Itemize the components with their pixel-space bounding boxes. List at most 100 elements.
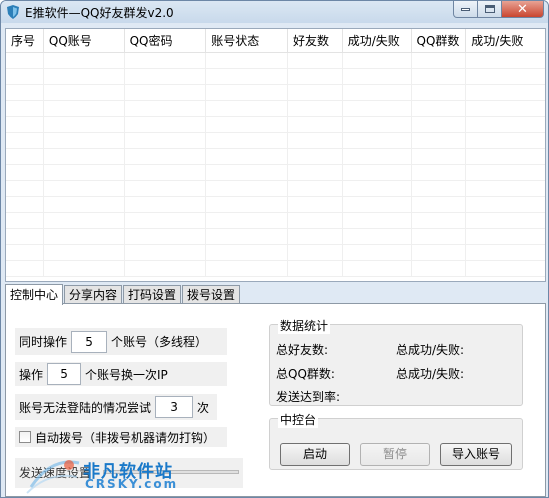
table-grid-cell (288, 229, 343, 245)
table-grid-cell (6, 69, 44, 85)
login-retry-input[interactable]: 3 (155, 396, 194, 418)
table-grid-row (6, 261, 545, 277)
tab-dial-settings[interactable]: 拨号设置 (182, 285, 241, 304)
pause-button[interactable]: 暂停 (360, 443, 430, 466)
table-grid-cell (288, 213, 343, 229)
table-grid-cell (125, 261, 207, 277)
stats-title: 数据统计 (278, 317, 331, 334)
window-title: E推软件—QQ好友群发v2.0 (25, 6, 174, 20)
table-grid-cell (125, 213, 207, 229)
table-grid-cell (125, 197, 207, 213)
column-header-friend-count[interactable]: 好友数 (288, 29, 343, 53)
table-grid-cell (125, 181, 207, 197)
table-grid-cell (44, 245, 125, 261)
stats-group: 数据统计 总好友数: 总成功/失败: 总QQ群数: 总成功/失败: 发送达到率: (269, 317, 523, 406)
friends-success-fail-label: 总成功/失败: (396, 343, 465, 357)
table-grid-cell (206, 117, 288, 133)
table-grid-cell (343, 261, 412, 277)
table-grid-cell (343, 197, 412, 213)
table-grid-row (6, 53, 545, 69)
table-grid-cell (44, 69, 125, 85)
table-grid-cell (6, 245, 44, 261)
maximize-button[interactable] (477, 1, 502, 18)
groups-success-fail-label: 总成功/失败: (396, 367, 465, 381)
table-grid-cell (44, 149, 125, 165)
table-grid-cell (6, 133, 44, 149)
tab-share-content[interactable]: 分享内容 (64, 285, 123, 304)
retry-prefix-label: 账号无法登陆的情况尝试 (19, 400, 152, 415)
column-header-qq-password[interactable]: QQ密码 (125, 29, 207, 53)
table-grid-cell (6, 229, 44, 245)
table-grid-cell (6, 149, 44, 165)
table-grid-cell (343, 101, 412, 117)
start-button[interactable]: 启动 (280, 443, 350, 466)
table-grid-row (6, 69, 545, 85)
table-grid-cell (343, 117, 412, 133)
table-grid-cell (412, 245, 467, 261)
table-grid-cell (6, 261, 44, 277)
table-grid-cell (466, 53, 545, 69)
table-grid-cell (44, 101, 125, 117)
table-grid-cell (343, 245, 412, 261)
table-grid-cell (206, 229, 288, 245)
table-grid-cell (412, 53, 467, 69)
table-grid-cell (44, 85, 125, 101)
tab-captcha-settings[interactable]: 打码设置 (123, 285, 182, 304)
column-header-qq-account[interactable]: QQ账号 (44, 29, 125, 53)
table-grid-cell (125, 165, 207, 181)
column-header-friend-success-fail[interactable]: 成功/失败 (343, 29, 412, 53)
concurrent-accounts-row: 同时操作 5 个账号（多线程） (15, 328, 227, 355)
app-shield-icon (7, 5, 19, 19)
column-header-group-count[interactable]: QQ群数 (412, 29, 467, 53)
table-grid-cell (206, 85, 288, 101)
table-grid-cell (206, 149, 288, 165)
table-grid-cell (412, 85, 467, 101)
console-title: 中控台 (278, 411, 319, 428)
watermark-en-text: CRSKY.com (85, 477, 179, 491)
table-grid-row (6, 165, 545, 181)
table-grid-cell (412, 181, 467, 197)
table-grid-cell (125, 69, 207, 85)
auto-dial-checkbox[interactable] (19, 431, 31, 443)
minimize-button[interactable] (453, 1, 478, 18)
table-grid-cell (6, 197, 44, 213)
table-grid-cell (343, 133, 412, 149)
table-grid-cell (125, 245, 207, 261)
table-grid-cell (6, 53, 44, 69)
crsky-watermark: 非凡软件站 CRSKY.com (21, 453, 176, 497)
table-header: 序号 QQ账号 QQ密码 账号状态 好友数 成功/失败 QQ群数 成功/失败 (6, 29, 545, 53)
column-header-group-success-fail[interactable]: 成功/失败 (466, 29, 545, 53)
table-grid-cell (343, 181, 412, 197)
table-grid-row (6, 197, 545, 213)
concurrent-suffix-label: 个账号（多线程） (111, 335, 208, 349)
table-grid-cell (343, 53, 412, 69)
table-grid-row (6, 245, 545, 261)
table-grid-cell (44, 197, 125, 213)
table-grid-cell (412, 213, 467, 229)
auto-dial-row[interactable]: 自动拨号（非拨号机器请勿打钩） (15, 427, 227, 447)
total-groups-label: 总QQ群数: (276, 367, 335, 381)
column-header-index[interactable]: 序号 (6, 29, 44, 53)
switch-ip-prefix-label: 操作 (19, 367, 44, 382)
table-grid-cell (206, 165, 288, 181)
tab-bar: 控制中心 分享内容 打码设置 拨号设置 (5, 284, 241, 305)
title-bar[interactable]: E推软件—QQ好友群发v2.0 ✕ (1, 1, 548, 23)
table-grid-cell (44, 165, 125, 181)
table-grid-cell (412, 229, 467, 245)
account-table[interactable]: 序号 QQ账号 QQ密码 账号状态 好友数 成功/失败 QQ群数 成功/失败 (5, 28, 546, 282)
concurrent-accounts-input[interactable]: 5 (71, 330, 108, 353)
column-header-account-status[interactable]: 账号状态 (206, 29, 288, 53)
table-grid-cell (466, 101, 545, 117)
tab-control-center[interactable]: 控制中心 (5, 284, 64, 305)
table-grid-cell (288, 101, 343, 117)
import-accounts-button[interactable]: 导入账号 (440, 443, 512, 466)
table-grid-cell (44, 133, 125, 149)
close-button[interactable]: ✕ (501, 1, 544, 18)
table-grid-cell (44, 117, 125, 133)
switch-ip-input[interactable]: 5 (47, 363, 82, 385)
table-grid-cell (466, 261, 545, 277)
table-grid-cell (288, 69, 343, 85)
table-grid-row (6, 213, 545, 229)
table-grid-cell (288, 181, 343, 197)
table-grid-cell (288, 53, 343, 69)
